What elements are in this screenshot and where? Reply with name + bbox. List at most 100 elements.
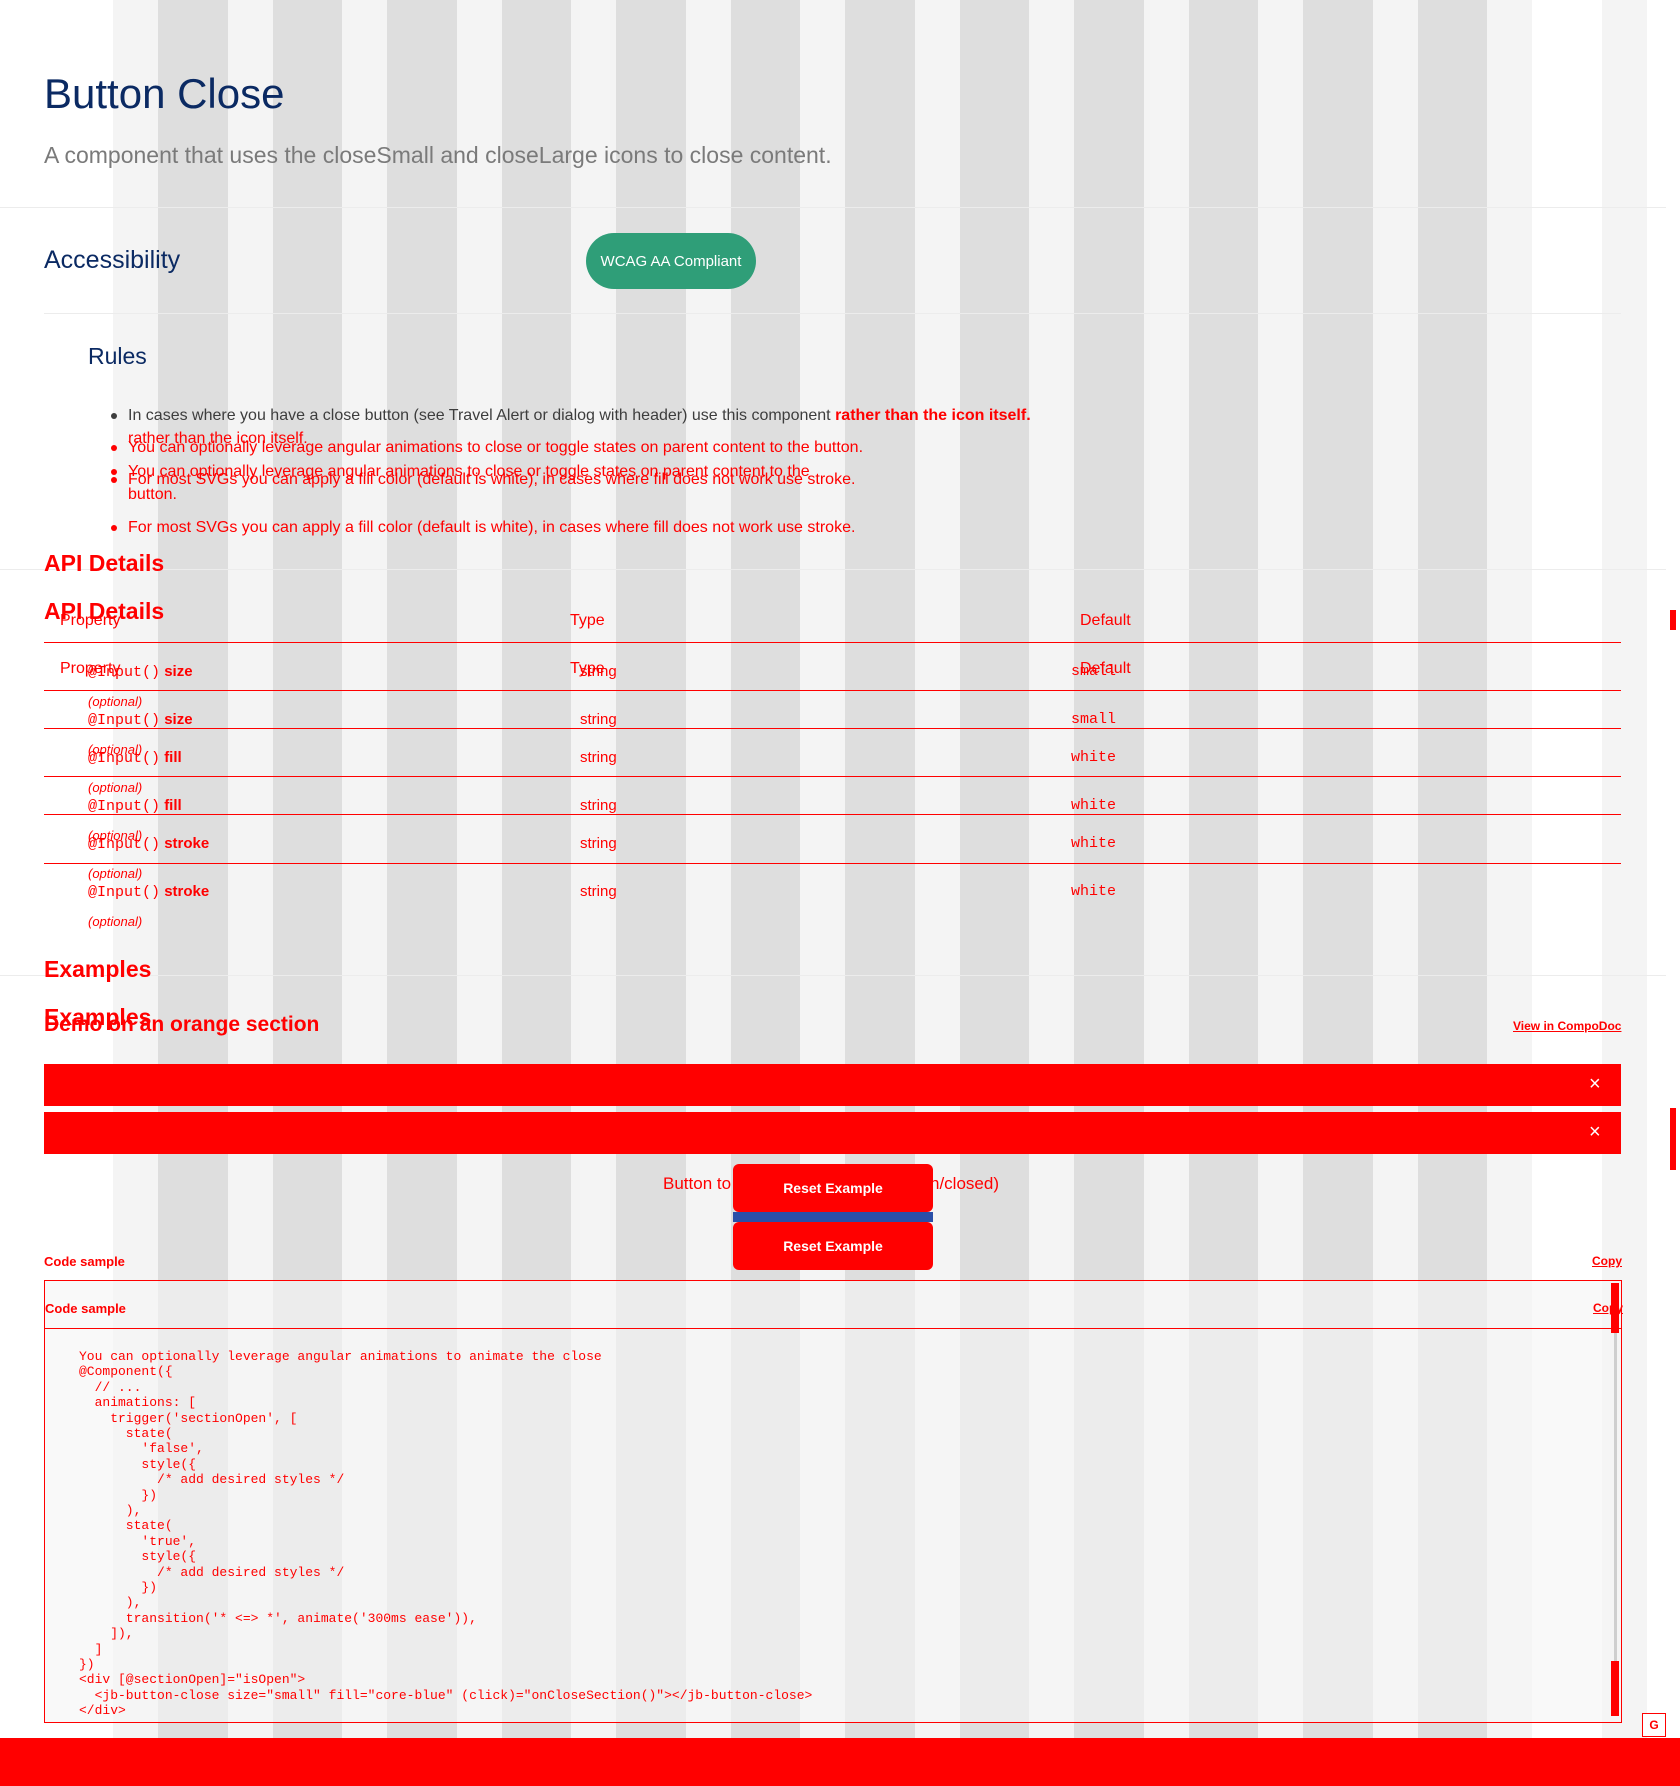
optional-label: (optional) [88,914,143,929]
code-line: trigger('sectionOpen', [ [79,1410,298,1426]
code-line: <jb-button-close size="small" fill="core… [79,1687,813,1703]
divider [0,569,1666,570]
g-badge-icon[interactable]: G [1642,1713,1666,1737]
view-in-compodoc-link[interactable]: View in CompoDoc [1513,1019,1621,1033]
page-scroll-marker [1670,1108,1676,1170]
decorator: @Input() [88,836,161,853]
bullet [111,477,117,483]
optional-label: (optional) [88,866,143,881]
rule-item: For most SVGs you can apply a fill color… [128,471,856,488]
rule-emphasis: rather than the icon itself. [835,407,1031,424]
default-cell: white [1071,749,1117,766]
prop-name: stroke [164,835,210,852]
prop-name: stroke [164,883,210,900]
prop-name: size [164,711,193,728]
decorator: @Input() [88,884,161,901]
page-title: Button Close [44,70,285,117]
demo-title: Demo on an orange section [44,1013,320,1036]
scrollbar-track [1614,1333,1617,1661]
code-line: 'true', [79,1533,197,1549]
optional-label: (optional) [88,694,143,709]
table-rule [44,690,1621,691]
prop-name: fill [164,797,182,814]
bullet [111,525,117,531]
footer-bar [0,1738,1680,1786]
default-cell: small [1071,663,1117,680]
code-line: }) [79,1580,158,1595]
code-sample-label: Code sample [44,1254,125,1269]
code-line: transition('* <=> *', animate('300ms eas… [79,1610,477,1626]
close-icon[interactable]: × [1589,1122,1601,1142]
type-cell: string [580,797,617,814]
close-icon[interactable]: × [1589,1074,1601,1094]
bullet [111,445,117,451]
code-line: @Component({ [79,1364,173,1380]
divider [44,313,1621,314]
page-subtitle: A component that uses the closeSmall and… [44,142,832,168]
scrollbar-thumb[interactable] [1611,1661,1619,1716]
code-line: state( [79,1426,173,1441]
default-cell: white [1071,883,1117,900]
code-line: ), [79,1503,142,1518]
code-line: /* add desired styles */ [79,1564,345,1580]
optional-label: (optional) [88,780,143,795]
divider [0,975,1666,976]
toggle-text-right: n/closed) [930,1174,999,1193]
code-line: state( [79,1518,173,1534]
type-cell: string [580,835,617,852]
type-cell: string [580,711,617,728]
table-rule [44,728,1621,729]
default-cell: white [1071,797,1117,814]
decorator: @Input() [88,750,161,767]
scrollbar-thumb[interactable] [1611,1283,1619,1333]
rule-item: For most SVGs you can apply a fill color… [128,519,856,536]
orange-section-demo: × [44,1064,1621,1106]
code-line: ] [79,1641,103,1657]
table-rule [44,642,1621,643]
bullet [111,413,117,419]
type-cell: string [580,749,617,766]
orange-section-demo: × [44,1112,1621,1154]
code-line: animations: [ [79,1395,197,1411]
code-line: </div> [79,1703,126,1719]
code-line: ), [79,1595,142,1611]
table-rule [44,776,1621,777]
reset-example-button[interactable]: Reset Example [733,1164,933,1212]
prop-name: fill [164,749,182,766]
default-cell: small [1071,711,1117,728]
page-scroll-marker [1670,610,1676,630]
code-line: }) [79,1487,158,1503]
bullet [111,469,117,475]
default-cell: white [1071,835,1117,852]
accessibility-title: Accessibility [44,246,181,274]
type-cell: string [580,883,617,900]
th-property: Property [60,612,121,629]
table-rule [44,814,1621,815]
table-rule [44,863,1621,864]
code-sample-label-duplicate: Code sample [45,1301,126,1316]
code-line: You can optionally leverage angular anim… [79,1349,602,1364]
code-line: <div [@sectionOpen]="isOpen"> [79,1672,306,1688]
decorator: @Input() [88,798,161,815]
code-rule [45,1328,1621,1329]
code-line: ]), [79,1626,134,1642]
prop-name: size [164,663,193,680]
toggle-text-left: Button to [663,1174,732,1193]
code-line: 'false', [79,1441,204,1457]
divider [0,207,1666,208]
decorator: @Input() [88,712,161,729]
code-line: style({ [79,1456,197,1472]
code-line: style({ [79,1549,197,1565]
decorator: @Input() [88,664,161,681]
copy-button[interactable]: Copy [1592,1254,1622,1268]
rule-item: You can optionally leverage angular anim… [128,439,864,456]
rule-text: In cases where you have a close button (… [128,407,836,424]
code-line: // ... [79,1379,142,1395]
rules-title: Rules [88,343,147,369]
reset-example-button[interactable]: Reset Example [733,1222,933,1270]
code-line: /* add desired styles */ [79,1472,345,1488]
th-default: Default [1080,612,1131,629]
wcag-badge: WCAG AA Compliant [586,233,756,289]
th-type: Type [570,612,605,629]
examples-title: Examples [44,956,152,982]
